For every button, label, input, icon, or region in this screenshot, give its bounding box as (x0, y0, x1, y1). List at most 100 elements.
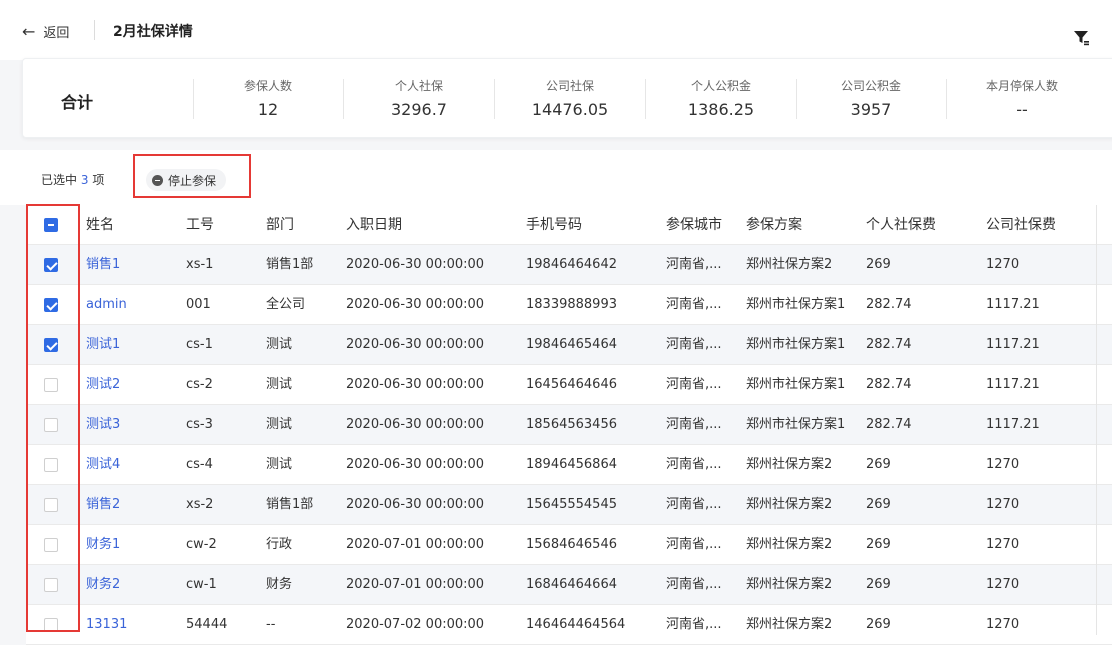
summary-value: 3957 (850, 100, 892, 119)
page-title: 2月社保详情 (113, 24, 193, 40)
cell-name[interactable]: 销售1 (86, 245, 120, 285)
summary-key: 公司公积金 (840, 79, 901, 93)
col-header-dept[interactable]: 部门 (266, 205, 294, 245)
cell-date: 2020-07-01 00:00:00 (346, 537, 485, 552)
cell-phone: 19846464642 (526, 257, 617, 272)
cell-name[interactable]: 测试1 (86, 325, 120, 365)
cell-date: 2020-07-01 00:00:00 (346, 577, 485, 592)
cell-personal-fee: 282.74 (866, 417, 912, 432)
cell-name[interactable]: 财务2 (86, 565, 120, 605)
cell-dept: 测试 (266, 377, 293, 392)
summary-value: 14476.05 (531, 100, 609, 119)
cell-company-fee: 1270 (986, 257, 1020, 272)
cell-city: 河南省,... (666, 257, 722, 272)
cell-phone: 15645554545 (526, 497, 617, 512)
summary-value: 3296.7 (391, 100, 447, 119)
table-row[interactable]: 财务2 cw-1 财务 2020-07-01 00:00:00 16846464664 河… (26, 565, 1112, 605)
summary-col: 个人公积金 1386.25 (646, 77, 796, 119)
cell-id: cs-2 (186, 377, 213, 392)
cell-date: 2020-06-30 00:00:00 (346, 337, 485, 352)
cell-city: 河南省,... (666, 497, 722, 512)
cell-dept: 测试 (266, 417, 293, 432)
cell-plan: 郑州社保方案2 (746, 457, 833, 472)
summary-col: 参保人数 12 (193, 77, 343, 119)
col-header-phone[interactable]: 手机号码 (526, 205, 582, 245)
summary-value: 12 (257, 100, 279, 119)
cell-phone: 15684646546 (526, 537, 617, 552)
cell-company-fee: 1117.21 (986, 337, 1040, 352)
cell-id: cw-2 (186, 537, 217, 552)
back-label: 返回 (43, 26, 70, 41)
summary-key: 个人公积金 (690, 79, 751, 93)
cell-id: cs-1 (186, 337, 213, 352)
cell-name[interactable]: 13131 (86, 605, 127, 645)
summary-key: 本月停保人数 (985, 79, 1058, 93)
cell-name[interactable]: admin (86, 285, 127, 325)
selected-count-text: 已选中 3 项 (41, 171, 104, 188)
selected-count: 3 (80, 173, 89, 187)
table-row[interactable]: 13131 54444 -- 2020-07-02 00:00:00 146464464… (26, 605, 1112, 645)
cell-dept: 销售1部 (266, 257, 314, 272)
table-row[interactable]: 销售1 xs-1 销售1部 2020-06-30 00:00:00 1984646464… (26, 245, 1112, 285)
back-button[interactable]: ← 返回 (22, 22, 69, 41)
cell-name[interactable]: 测试4 (86, 445, 120, 485)
cell-id: 54444 (186, 617, 228, 632)
cell-plan: 郑州市社保方案1 (746, 417, 846, 432)
cell-name[interactable]: 测试3 (86, 405, 120, 445)
summary-col: 公司公积金 3957 (796, 77, 946, 119)
cell-id: cw-1 (186, 577, 217, 592)
cell-personal-fee: 282.74 (866, 337, 912, 352)
col-header-id[interactable]: 工号 (186, 205, 214, 245)
cell-date: 2020-07-02 00:00:00 (346, 617, 485, 632)
summary-value: 1386.25 (687, 100, 755, 119)
cell-phone: 18339888993 (526, 297, 617, 312)
highlight-box-stop-button (133, 154, 251, 198)
cell-city: 河南省,... (666, 297, 722, 312)
cell-date: 2020-06-30 00:00:00 (346, 377, 485, 392)
cell-name[interactable]: 销售2 (86, 485, 120, 525)
table-row[interactable]: 财务1 cw-2 行政 2020-07-01 00:00:00 15684646546 河… (26, 525, 1112, 565)
cell-name[interactable]: 测试2 (86, 365, 120, 405)
cell-plan: 郑州市社保方案1 (746, 377, 846, 392)
cell-name[interactable]: 财务1 (86, 525, 120, 565)
cell-date: 2020-06-30 00:00:00 (346, 457, 485, 472)
col-header-company-fee[interactable]: 公司社保费 (986, 205, 1056, 245)
cell-id: xs-1 (186, 257, 214, 272)
cell-company-fee: 1270 (986, 457, 1020, 472)
cell-phone: 18946456864 (526, 457, 617, 472)
cell-company-fee: 1117.21 (986, 377, 1040, 392)
cell-personal-fee: 282.74 (866, 377, 912, 392)
cell-city: 河南省,... (666, 577, 722, 592)
cell-city: 河南省,... (666, 377, 722, 392)
highlight-box-checkbox-column (26, 204, 80, 632)
table-row[interactable]: 测试1 cs-1 测试 2020-06-30 00:00:00 19846465464 河… (26, 325, 1112, 365)
page-header: ← 返回 2月社保详情 (0, 0, 1112, 60)
employee-table: 姓名 工号 部门 入职日期 手机号码 参保城市 参保方案 个人社保费 公司社保费… (26, 205, 1112, 645)
table-row[interactable]: 销售2 xs-2 销售1部 2020-06-30 00:00:00 1564555454… (26, 485, 1112, 525)
cell-personal-fee: 269 (866, 617, 891, 632)
col-header-date[interactable]: 入职日期 (346, 205, 402, 245)
summary-col: 个人社保 3296.7 (344, 77, 494, 119)
col-header-city[interactable]: 参保城市 (666, 205, 722, 245)
summary-value: -- (1016, 100, 1028, 119)
col-header-name[interactable]: 姓名 (86, 205, 114, 245)
cell-plan: 郑州社保方案2 (746, 537, 833, 552)
cell-dept: 财务 (266, 577, 293, 592)
filter-icon[interactable] (1072, 28, 1090, 46)
cell-dept: -- (266, 617, 276, 632)
cell-date: 2020-06-30 00:00:00 (346, 417, 485, 432)
table-row[interactable]: 测试4 cs-4 测试 2020-06-30 00:00:00 18946456864 河… (26, 445, 1112, 485)
cell-company-fee: 1117.21 (986, 297, 1040, 312)
table-row[interactable]: 测试2 cs-2 测试 2020-06-30 00:00:00 16456464646 河… (26, 365, 1112, 405)
cell-city: 河南省,... (666, 537, 722, 552)
table-row[interactable]: 测试3 cs-3 测试 2020-06-30 00:00:00 18564563456 河… (26, 405, 1112, 445)
col-header-personal-fee[interactable]: 个人社保费 (866, 205, 936, 245)
col-header-plan[interactable]: 参保方案 (746, 205, 802, 245)
summary-panel: 合计 参保人数 12 个人社保 3296.7 公司社保 14476.05 个人公… (22, 58, 1112, 138)
cell-dept: 全公司 (266, 297, 306, 312)
cell-date: 2020-06-30 00:00:00 (346, 257, 485, 272)
summary-key: 公司社保 (545, 79, 594, 93)
table-row[interactable]: admin 001 全公司 2020-06-30 00:00:00 1833988899… (26, 285, 1112, 325)
cell-company-fee: 1270 (986, 617, 1020, 632)
cell-dept: 测试 (266, 457, 293, 472)
